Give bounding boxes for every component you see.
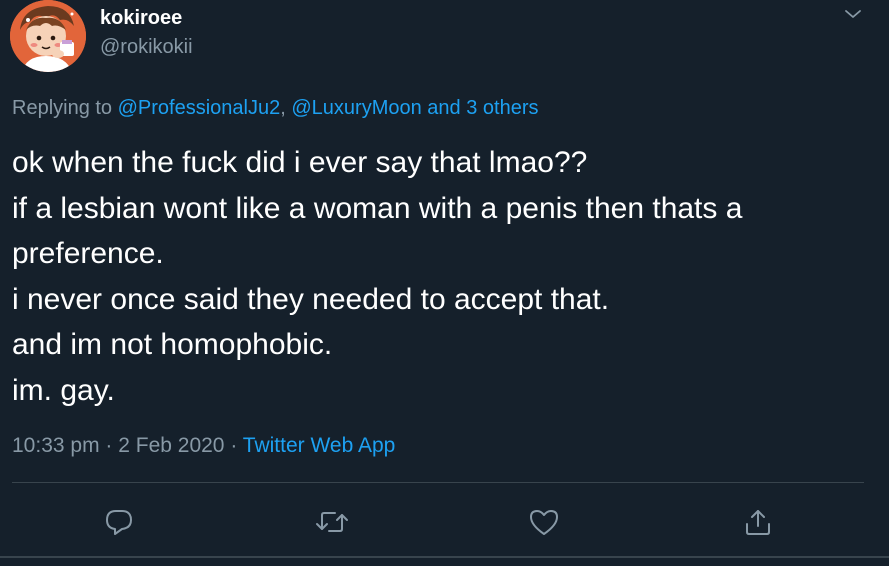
retweet-icon: [316, 512, 348, 532]
tweet-text-line: ok when the fuck did i ever say that lma…: [12, 146, 588, 179]
tweet-text-line: preference.: [12, 237, 164, 271]
user-handle[interactable]: @rokikokii: [100, 35, 193, 59]
meta-dot: ·: [224, 434, 243, 457]
divider: [12, 482, 864, 483]
meta-dot: ·: [99, 434, 119, 457]
bottom-divider: [0, 556, 889, 558]
tweet-text-line: im. gay.: [12, 373, 115, 407]
share-icon: [746, 510, 770, 535]
like-button[interactable]: [524, 502, 564, 542]
tweet-time[interactable]: 10:33 pm: [12, 434, 100, 457]
replying-to-label: Replying to: [12, 97, 118, 119]
share-button[interactable]: [738, 502, 778, 542]
reply-icon: [106, 510, 132, 535]
tweet-container: kokiroee @rokikokii Replying to @Profess…: [0, 0, 889, 566]
mention-link-1[interactable]: @ProfessionalJu2: [118, 97, 281, 119]
tweet-source-link[interactable]: Twitter Web App: [243, 434, 396, 457]
mention-separator: ,: [280, 97, 292, 119]
mention-conjunction[interactable]: and: [422, 97, 466, 119]
chevron-down-icon: [845, 10, 861, 18]
like-icon: [530, 510, 558, 535]
more-options-button[interactable]: [838, 0, 868, 28]
reply-button[interactable]: [99, 502, 139, 542]
tweet-text-line: i never once said they needed to accept …: [12, 282, 610, 316]
tweet-meta: 10:33 pm · 2 Feb 2020 · Twitter Web App: [12, 433, 395, 459]
replying-to: Replying to @ProfessionalJu2, @LuxuryMoo…: [12, 96, 538, 120]
avatar-image: [10, 0, 86, 72]
mention-link-2[interactable]: @LuxuryMoon: [291, 97, 421, 119]
others-link[interactable]: 3 others: [466, 97, 538, 119]
avatar[interactable]: [10, 0, 86, 72]
tweet-text: ok when the fuck did i ever say that lma…: [12, 140, 872, 414]
tweet-text-line: if a lesbian wont like a woman with a pe…: [12, 191, 743, 225]
display-name[interactable]: kokiroee: [100, 6, 182, 30]
retweet-button[interactable]: [312, 502, 352, 542]
action-bar: [0, 502, 889, 542]
tweet-date[interactable]: 2 Feb 2020: [118, 434, 224, 457]
tweet-text-line: and im not homophobic.: [12, 328, 333, 362]
